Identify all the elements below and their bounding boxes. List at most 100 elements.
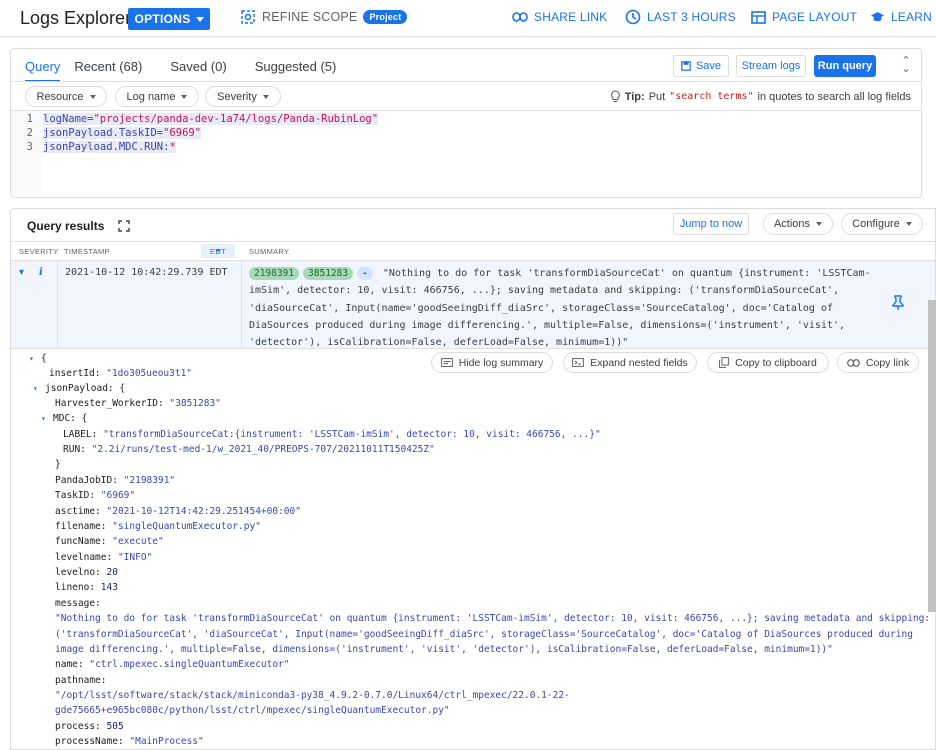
scrollbar[interactable] bbox=[928, 300, 936, 612]
stream-logs-button[interactable]: Stream logs bbox=[736, 55, 806, 77]
actions-label: Actions bbox=[773, 218, 811, 230]
expand-nested-fields-button[interactable]: Expand nested fields bbox=[563, 352, 697, 373]
chevron-down-icon[interactable]: ▾ bbox=[33, 381, 45, 396]
hide-log-summary-button[interactable]: Hide log summary bbox=[431, 352, 553, 373]
pin-icon[interactable] bbox=[891, 295, 905, 311]
copy-to-clipboard-button[interactable]: Copy to clipboard bbox=[707, 352, 829, 373]
log-name-filter-label: Log name bbox=[126, 90, 176, 103]
json-line: lineno: 143 bbox=[55, 582, 118, 593]
json-line: name: "ctrl.mpexec.singleQuantumExecutor… bbox=[55, 659, 290, 670]
editor-line: 1 logName="projects/panda-dev-1a74/logs/P… bbox=[11, 112, 379, 126]
query-key: jsonPayload.TaskID= bbox=[43, 127, 164, 139]
refine-scope-icon bbox=[241, 10, 255, 24]
json-line: levelname: "INFO" bbox=[55, 552, 153, 563]
summary-chip-worker[interactable]: 3851283 bbox=[303, 267, 354, 280]
results-title: Query results bbox=[27, 219, 105, 233]
learn-button[interactable]: LEARN bbox=[870, 10, 932, 24]
results-header: Query results bbox=[27, 219, 131, 233]
fullscreen-icon[interactable] bbox=[118, 220, 131, 232]
json-line: process: 505 bbox=[55, 721, 124, 732]
hide-log-summary-label: Hide log summary bbox=[458, 356, 544, 369]
page-title: Logs Explorer bbox=[20, 8, 132, 28]
copy-to-clipboard-label: Copy to clipboard bbox=[735, 356, 817, 369]
configure-label: Configure bbox=[852, 218, 900, 230]
chevron-down-icon bbox=[181, 94, 188, 99]
log-name-filter[interactable]: Log name bbox=[115, 86, 199, 107]
log-row[interactable]: ▾ i 2021-10-12 10:42:29.739 EDT 2198391 3… bbox=[11, 261, 935, 351]
copy-link-label: Copy link bbox=[865, 356, 910, 369]
tip-put: Put bbox=[648, 90, 666, 103]
info-severity-icon: i bbox=[39, 267, 43, 278]
json-line: ▾ MDC: { bbox=[41, 411, 88, 426]
page-layout-icon bbox=[751, 10, 766, 24]
collapse-icon[interactable]: ⌃ ⌄ bbox=[899, 56, 913, 75]
jump-to-now-button[interactable]: Jump to now bbox=[673, 213, 749, 235]
col-severity[interactable]: SEVERITY bbox=[19, 247, 59, 256]
chevron-down-icon bbox=[905, 222, 912, 226]
query-editor[interactable]: 1 logName="projects/panda-dev-1a74/logs/P… bbox=[11, 111, 921, 197]
tab-recent[interactable]: Recent (68) bbox=[74, 59, 156, 82]
filter-bar: Resource Log name Severity Tip: Put "sea… bbox=[11, 81, 921, 111]
search-tip: Tip: Put "search terms" in quotes to sea… bbox=[610, 90, 911, 103]
log-detail: Hide log summary Expand nested fields Co… bbox=[11, 349, 935, 749]
tab-saved[interactable]: Saved (0) bbox=[170, 59, 240, 82]
chevron-down-icon[interactable]: ▾ bbox=[41, 411, 53, 426]
save-button[interactable]: Save bbox=[673, 55, 729, 77]
copy-icon bbox=[719, 357, 730, 368]
chevron-down-icon[interactable]: ▾ bbox=[29, 351, 41, 366]
json-line: ▾ jsonPayload: { bbox=[33, 381, 126, 396]
run-query-button[interactable]: Run query bbox=[814, 55, 876, 77]
timezone-button[interactable]: EDT bbox=[201, 244, 235, 258]
severity-filter-label: Severity bbox=[217, 90, 257, 103]
query-key: jsonPayload.MDC.RUN: bbox=[43, 141, 170, 153]
chevron-down-icon bbox=[195, 16, 204, 22]
options-button[interactable]: OPTIONS bbox=[128, 8, 210, 30]
query-value: * bbox=[169, 141, 176, 153]
share-link-button[interactable]: SHARE LINK bbox=[512, 10, 607, 24]
json-line: pathname: bbox=[55, 675, 107, 686]
refine-scope-button[interactable]: REFINE SCOPE Project bbox=[240, 9, 408, 25]
json-line: TaskID: "6969" bbox=[55, 490, 136, 501]
json-line: "/opt/lsst/software/stack/stack/minicond… bbox=[55, 690, 570, 701]
line-number: 3 bbox=[26, 141, 33, 153]
severity-filter[interactable]: Severity bbox=[205, 86, 281, 107]
results-panel: Query results Jump to now Actions Config… bbox=[10, 208, 936, 750]
clock-icon bbox=[625, 9, 641, 25]
line-number: 2 bbox=[26, 127, 33, 139]
copy-link-button[interactable]: Copy link bbox=[837, 352, 919, 373]
actions-button[interactable]: Actions bbox=[763, 213, 833, 235]
json-line: ('transformDiaSourceCat', 'diaSourceCat'… bbox=[55, 629, 913, 640]
summary-chip-pandajob[interactable]: 2198391 bbox=[249, 267, 300, 280]
json-line: levelno: 20 bbox=[55, 567, 118, 578]
json-line: LABEL: "transformDiaSourceCat:{instrumen… bbox=[63, 429, 601, 440]
expand-icon bbox=[572, 358, 585, 367]
summary-icon bbox=[440, 358, 453, 367]
json-line: gde75665+e965bc080c/python/lsst/ctrl/mpe… bbox=[55, 705, 450, 716]
log-summary-message: "Nothing to do for task 'transformDiaSou… bbox=[249, 268, 871, 349]
col-timestamp[interactable]: TIMESTAMP bbox=[64, 247, 110, 256]
save-label: Save bbox=[695, 60, 722, 72]
tab-suggested[interactable]: Suggested (5) bbox=[255, 59, 351, 82]
resource-filter-label: Resource bbox=[36, 90, 84, 103]
col-summary[interactable]: SUMMARY bbox=[249, 247, 289, 256]
resource-filter[interactable]: Resource bbox=[25, 86, 107, 107]
json-line: PandaJobID: "2198391" bbox=[55, 475, 176, 486]
query-value: "6969" bbox=[163, 127, 202, 139]
jump-to-now-label: Jump to now bbox=[679, 218, 743, 230]
log-timestamp: 2021-10-12 10:42:29.739 EDT bbox=[65, 267, 228, 278]
line-number: 1 bbox=[26, 113, 33, 125]
chevron-down-icon[interactable]: ▾ bbox=[19, 267, 24, 278]
tip-code: "search terms" bbox=[669, 91, 754, 102]
json-line: message: bbox=[55, 598, 101, 609]
json-line: asctime: "2021-10-12T14:42:29.251454+00:… bbox=[55, 506, 301, 517]
page-layout-button[interactable]: PAGE LAYOUT bbox=[751, 10, 857, 24]
json-line: Harvester_WorkerID: "3851283" bbox=[55, 398, 221, 409]
summary-chip-more[interactable]: - bbox=[357, 267, 373, 280]
json-line: "Nothing to do for task 'transformDiaSou… bbox=[55, 613, 931, 624]
configure-button[interactable]: Configure bbox=[841, 213, 923, 235]
tip-label: Tip: bbox=[624, 90, 645, 103]
chevron-down-icon bbox=[816, 222, 823, 226]
tab-query[interactable]: Query bbox=[25, 59, 61, 82]
time-range-button[interactable]: LAST 3 HOURS bbox=[625, 9, 736, 25]
log-summary: 2198391 3851283- "Nothing to do for task … bbox=[249, 265, 889, 351]
